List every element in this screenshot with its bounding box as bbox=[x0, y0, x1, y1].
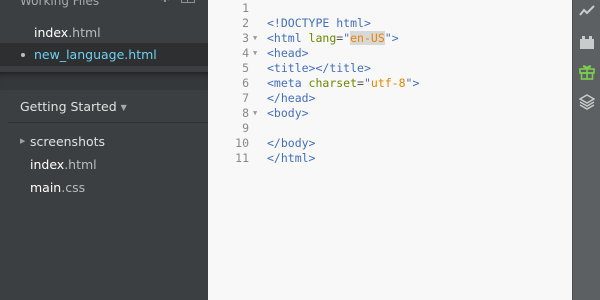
line-number: 1 bbox=[242, 1, 249, 15]
code-text: <body> bbox=[267, 106, 309, 120]
layers-icon[interactable] bbox=[579, 94, 595, 110]
code-line[interactable]: 4 ▼ <head> bbox=[208, 46, 572, 61]
line-number: 4 bbox=[242, 46, 249, 60]
fold-arrow-icon[interactable]: ▼ bbox=[253, 106, 263, 121]
tree-item-file[interactable]: main.css bbox=[0, 176, 208, 199]
code-text: <html lang="en-US"> bbox=[267, 31, 399, 45]
live-preview-icon[interactable] bbox=[579, 3, 595, 19]
file-name: index bbox=[34, 25, 69, 40]
file-ext: .html bbox=[68, 25, 101, 40]
code-line[interactable]: 1 bbox=[208, 1, 572, 16]
file-name: new_language bbox=[34, 47, 125, 62]
working-files-title: Working Files bbox=[20, 0, 100, 8]
divider bbox=[8, 122, 208, 123]
code-line[interactable]: 7 </head> bbox=[208, 91, 572, 106]
line-number: 11 bbox=[235, 151, 249, 165]
code-text: <meta charset="utf-8"> bbox=[267, 76, 420, 90]
code-line[interactable]: 9 bbox=[208, 121, 572, 136]
working-file-item-active[interactable]: new_language.html bbox=[0, 43, 208, 66]
right-toolbar bbox=[572, 0, 600, 300]
file-ext: .css bbox=[61, 180, 86, 195]
code-line[interactable]: 10 </body> bbox=[208, 136, 572, 151]
code-text: <!DOCTYPE html> bbox=[267, 16, 371, 30]
extension-manager-icon[interactable] bbox=[579, 34, 595, 50]
line-number: 7 bbox=[242, 91, 249, 105]
file-name: main bbox=[30, 180, 62, 195]
fold-arrow-icon[interactable]: ▼ bbox=[253, 31, 263, 46]
code-text: <head> bbox=[267, 46, 309, 60]
project-title: Getting Started bbox=[20, 99, 117, 114]
gear-icon[interactable]: ✱ bbox=[158, 0, 172, 6]
line-number: 8 bbox=[242, 106, 249, 120]
code-line[interactable]: 11 </html> bbox=[208, 151, 572, 166]
tree-item-file[interactable]: index.html bbox=[0, 153, 208, 176]
gift-icon[interactable] bbox=[579, 64, 595, 80]
file-ext: .html bbox=[124, 47, 157, 62]
code-editor[interactable]: 1 2 <!DOCTYPE html> 3 ▼ <html lang="en-US"> 4 ▼… bbox=[208, 0, 572, 300]
line-number: 10 bbox=[235, 136, 249, 150]
file-name: index bbox=[30, 157, 65, 172]
line-number: 6 bbox=[242, 76, 249, 90]
split-view-icon[interactable] bbox=[181, 0, 195, 3]
caret-right-icon[interactable]: ▶ bbox=[20, 130, 25, 153]
line-number: 2 bbox=[242, 16, 249, 30]
code-line[interactable]: 8 ▼ <body> bbox=[208, 106, 572, 121]
line-number: 5 bbox=[242, 61, 249, 75]
project-dropdown[interactable]: Getting Started ▼ bbox=[20, 98, 127, 116]
file-ext: .html bbox=[64, 157, 97, 172]
code-line[interactable]: 3 ▼ <html lang="en-US"> bbox=[208, 31, 572, 46]
code-line[interactable]: 5 <title></title> bbox=[208, 61, 572, 76]
working-file-item[interactable]: index.html bbox=[0, 21, 208, 44]
code-line[interactable]: 2 <!DOCTYPE html> bbox=[208, 16, 572, 31]
code-text: <title></title> bbox=[267, 61, 371, 75]
sidebar-separator bbox=[0, 72, 208, 90]
sidebar: Working Files ✱ index.html new_language.… bbox=[0, 0, 208, 300]
line-number: 9 bbox=[242, 121, 249, 135]
code-text: </html> bbox=[267, 151, 316, 165]
fold-arrow-icon[interactable]: ▼ bbox=[253, 46, 263, 61]
code-text: </head> bbox=[267, 91, 316, 105]
unsaved-dot-icon bbox=[21, 53, 25, 57]
folder-name: screenshots bbox=[30, 134, 106, 149]
working-files-header: Working Files ✱ bbox=[0, 0, 208, 11]
line-number: 3 bbox=[242, 31, 249, 45]
tree-item-folder[interactable]: ▶ screenshots bbox=[0, 130, 208, 153]
code-text: </body> bbox=[267, 136, 316, 150]
caret-down-icon: ▼ bbox=[120, 102, 127, 112]
code-line[interactable]: 6 <meta charset="utf-8"> bbox=[208, 76, 572, 91]
